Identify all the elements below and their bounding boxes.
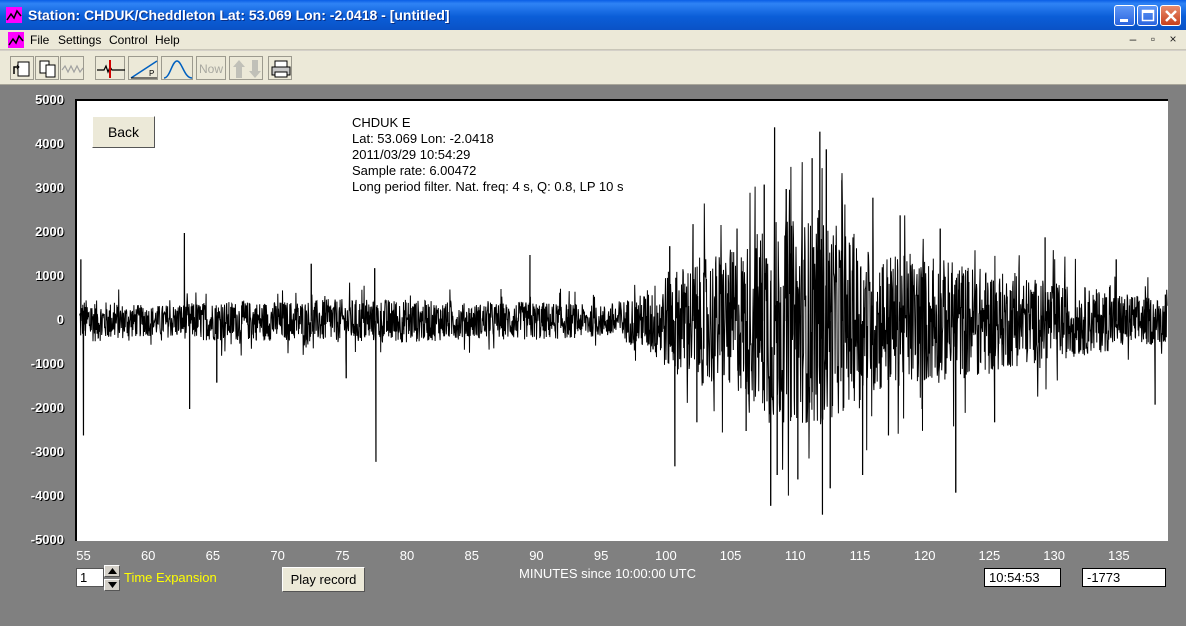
value-readout: -1773: [1082, 568, 1166, 587]
menu-settings[interactable]: Settings: [58, 33, 101, 47]
location-label: Lat: 53.069 Lon: -2.0418: [352, 131, 494, 146]
time-expansion-label: Time Expansion: [124, 570, 217, 585]
title-bar: Station: CHDUK/Cheddleton Lat: 53.069 Lo…: [0, 0, 1186, 30]
x-tick-label: 85: [464, 548, 479, 563]
open-file-icon[interactable]: [10, 56, 34, 80]
now-label: Now: [198, 62, 223, 76]
copy-file-icon[interactable]: [35, 56, 59, 80]
trace-info: CHDUK E Lat: 53.069 Lon: -2.0418 2011/03…: [352, 115, 623, 195]
y-tick-label: -2000: [30, 400, 64, 415]
x-tick-label: 60: [140, 548, 156, 563]
close-button[interactable]: [1160, 5, 1181, 26]
x-tick-label: 130: [1043, 548, 1065, 563]
x-axis-label: MINUTES since 10:00:00 UTC: [519, 566, 697, 581]
y-tick-label: -1000: [30, 356, 64, 371]
time-expansion-input[interactable]: 1: [76, 568, 104, 587]
x-tick-label: 135: [1107, 548, 1130, 563]
time-readout: 10:54:53: [984, 568, 1061, 587]
x-tick-label: 120: [913, 548, 936, 563]
spin-up-icon[interactable]: [104, 565, 120, 577]
menu-help[interactable]: Help: [155, 33, 180, 47]
x-tick-label: 95: [593, 548, 609, 563]
datetime-label: 2011/03/29 10:54:29: [352, 147, 471, 162]
x-tick-label: 105: [719, 548, 742, 563]
menu-file[interactable]: File: [30, 33, 49, 47]
app-icon: [6, 7, 22, 23]
y-tick-label: -4000: [30, 488, 64, 503]
printer-icon[interactable]: [268, 56, 292, 80]
x-tick-label: 125: [978, 548, 1001, 563]
x-tick-label: 100: [654, 548, 677, 563]
x-tick-label: 80: [399, 548, 415, 563]
up-down-arrows-icon[interactable]: [229, 56, 263, 80]
mdi-restore-icon[interactable]: ▫: [1146, 32, 1160, 46]
y-tick-label: 0: [56, 312, 64, 327]
x-tick-label: 75: [335, 548, 350, 563]
y-tick-label: -5000: [30, 532, 64, 547]
spin-down-icon[interactable]: [104, 579, 120, 591]
pick-marker-icon[interactable]: [95, 56, 125, 80]
x-tick-label: 70: [270, 548, 285, 563]
x-tick-label: 115: [849, 548, 871, 563]
y-tick-label: 4000: [35, 136, 64, 151]
menu-bar: File Settings Control Help – ▫ ×: [0, 30, 1186, 50]
play-record-button[interactable]: Play record: [282, 567, 365, 592]
sample-rate-label: Sample rate: 6.00472: [352, 163, 477, 178]
toolbar: P Now: [0, 51, 1186, 85]
svg-text:P: P: [149, 69, 154, 78]
mdi-minimize-icon[interactable]: –: [1126, 32, 1140, 46]
now-button[interactable]: Now: [196, 56, 226, 80]
filter-label: Long period filter. Nat. freq: 4 s, Q: 0…: [352, 179, 624, 194]
response-curve-icon[interactable]: [161, 56, 193, 80]
y-tick-label: 5000: [35, 92, 64, 107]
y-tick-label: -3000: [30, 444, 64, 459]
y-tick-label: 3000: [35, 180, 64, 195]
x-tick-label: 65: [205, 548, 221, 563]
y-tick-label: 1000: [35, 268, 64, 283]
mdi-close-icon[interactable]: ×: [1166, 32, 1180, 46]
menu-control[interactable]: Control: [109, 33, 148, 47]
x-tick-label: 90: [529, 548, 544, 563]
minimize-button[interactable]: [1114, 5, 1135, 26]
window-title: Station: CHDUK/Cheddleton Lat: 53.069 Lo…: [28, 7, 450, 23]
back-button[interactable]: Back: [92, 116, 155, 148]
document-icon[interactable]: [8, 32, 24, 48]
station-label: CHDUK E: [352, 115, 411, 130]
x-tick-label: 110: [784, 548, 806, 563]
waveform-icon[interactable]: [60, 56, 84, 80]
maximize-button[interactable]: [1137, 5, 1158, 26]
y-tick-label: 2000: [35, 224, 64, 239]
spectrum-ramp-icon[interactable]: P: [128, 56, 158, 80]
x-tick-label: 55: [76, 548, 91, 563]
